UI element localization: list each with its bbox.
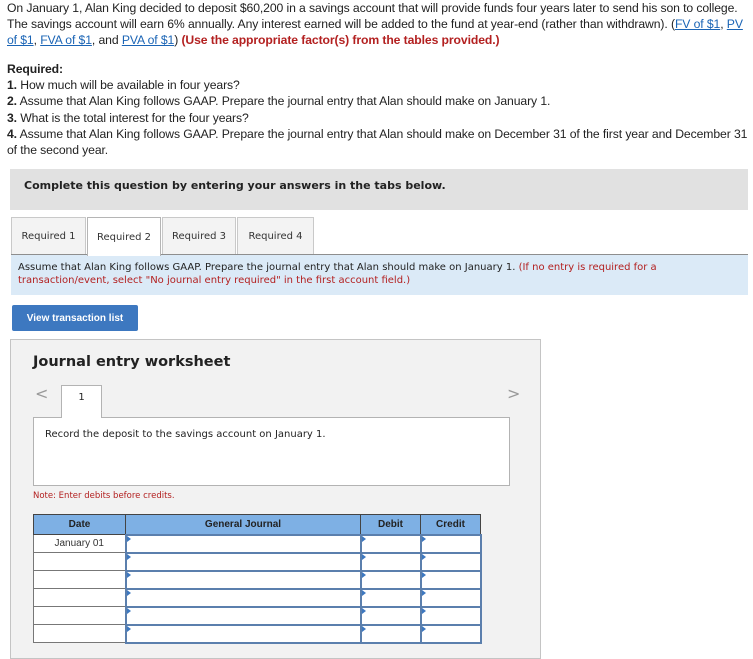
fv-of-1-link[interactable]: FV of $1 xyxy=(675,17,720,31)
credit-input[interactable] xyxy=(419,605,482,626)
account-select[interactable] xyxy=(124,551,362,572)
date-cell xyxy=(33,552,126,571)
item-text: Assume that Alan King follows GAAP. Prep… xyxy=(7,126,748,158)
entry-tab-1[interactable]: 1 xyxy=(61,385,102,418)
problem-statement: On January 1, Alan King decided to depos… xyxy=(7,0,753,48)
date-cell xyxy=(33,588,126,607)
required-item-2: 2. Assume that Alan King follows GAAP. P… xyxy=(7,93,753,109)
date-cell xyxy=(33,624,126,643)
column-header-general-journal: General Journal xyxy=(125,514,361,535)
worksheet-title: Journal entry worksheet xyxy=(33,354,231,370)
instruction-text: Assume that Alan King follows GAAP. Prep… xyxy=(18,262,519,273)
date-cell xyxy=(33,570,126,589)
table-row xyxy=(33,623,482,644)
date-cell: January 01 xyxy=(33,534,126,553)
item-text: What is the total interest for the four … xyxy=(16,110,249,125)
debit-input[interactable] xyxy=(359,605,422,626)
table-row xyxy=(33,569,482,590)
item-number: 3. xyxy=(7,110,17,125)
table-row xyxy=(33,587,482,608)
account-select[interactable] xyxy=(124,533,362,554)
item-number: 1. xyxy=(7,78,17,93)
account-select[interactable] xyxy=(124,605,362,626)
debit-input[interactable] xyxy=(359,569,422,590)
account-select[interactable] xyxy=(124,587,362,608)
tab-required-4[interactable]: Required 4 xyxy=(237,217,314,255)
debit-input[interactable] xyxy=(359,623,422,644)
table-row xyxy=(33,551,482,572)
account-select[interactable] xyxy=(124,623,362,644)
entry-description: Record the deposit to the savings accoun… xyxy=(33,417,510,486)
table-row xyxy=(33,605,482,626)
tab-instruction: Assume that Alan King follows GAAP. Prep… xyxy=(11,255,748,295)
factor-instruction: (Use the appropriate factor(s) from the … xyxy=(181,33,500,47)
credit-input[interactable] xyxy=(419,533,482,554)
journal-header-row: Date General Journal Debit Credit xyxy=(33,514,481,535)
pva-of-1-link[interactable]: PVA of $1 xyxy=(122,33,175,47)
debits-note: Note: Enter debits before credits. xyxy=(33,491,175,501)
account-select[interactable] xyxy=(124,569,362,590)
problem-text: On January 1, Alan King decided to depos… xyxy=(7,1,738,31)
date-cell xyxy=(33,606,126,625)
column-header-credit: Credit xyxy=(420,514,481,535)
required-item-1: 1. How much will be available in four ye… xyxy=(7,77,753,93)
item-number: 2. xyxy=(7,94,17,109)
fva-of-1-link[interactable]: FVA of $1 xyxy=(40,33,92,47)
credit-input[interactable] xyxy=(419,551,482,572)
debit-input[interactable] xyxy=(359,533,422,554)
credit-input[interactable] xyxy=(419,569,482,590)
tab-required-2[interactable]: Required 2 xyxy=(87,217,161,256)
instructions-banner: Complete this question by entering your … xyxy=(10,169,748,210)
credit-input[interactable] xyxy=(419,623,482,644)
debit-input[interactable] xyxy=(359,587,422,608)
tab-required-3[interactable]: Required 3 xyxy=(162,217,236,255)
required-item-3: 3. What is the total interest for the fo… xyxy=(7,110,753,126)
required-heading: Required: xyxy=(7,62,63,76)
journal-table: Date General Journal Debit Credit Januar… xyxy=(33,514,482,644)
required-item-4: 4. Assume that Alan King follows GAAP. P… xyxy=(7,126,753,158)
column-header-debit: Debit xyxy=(360,514,421,535)
credit-input[interactable] xyxy=(419,587,482,608)
separator: , and xyxy=(91,33,122,47)
column-header-date: Date xyxy=(33,514,126,535)
required-tabs: Required 1 Required 2 Required 3 Require… xyxy=(11,217,315,256)
separator: , xyxy=(720,17,727,31)
required-section: Required: 1. How much will be available … xyxy=(7,61,753,158)
chevron-left-icon[interactable]: < xyxy=(35,384,48,403)
item-text: How much will be available in four years… xyxy=(16,78,240,93)
tab-required-1[interactable]: Required 1 xyxy=(11,217,86,255)
item-text: Assume that Alan King follows GAAP. Prep… xyxy=(16,94,551,109)
chevron-right-icon[interactable]: > xyxy=(507,384,520,403)
debit-input[interactable] xyxy=(359,551,422,572)
table-row: January 01 xyxy=(33,533,482,554)
item-number: 4. xyxy=(7,126,17,141)
journal-entry-worksheet: Journal entry worksheet < > 1 Record the… xyxy=(10,339,541,659)
view-transaction-list-button[interactable]: View transaction list xyxy=(12,305,138,331)
